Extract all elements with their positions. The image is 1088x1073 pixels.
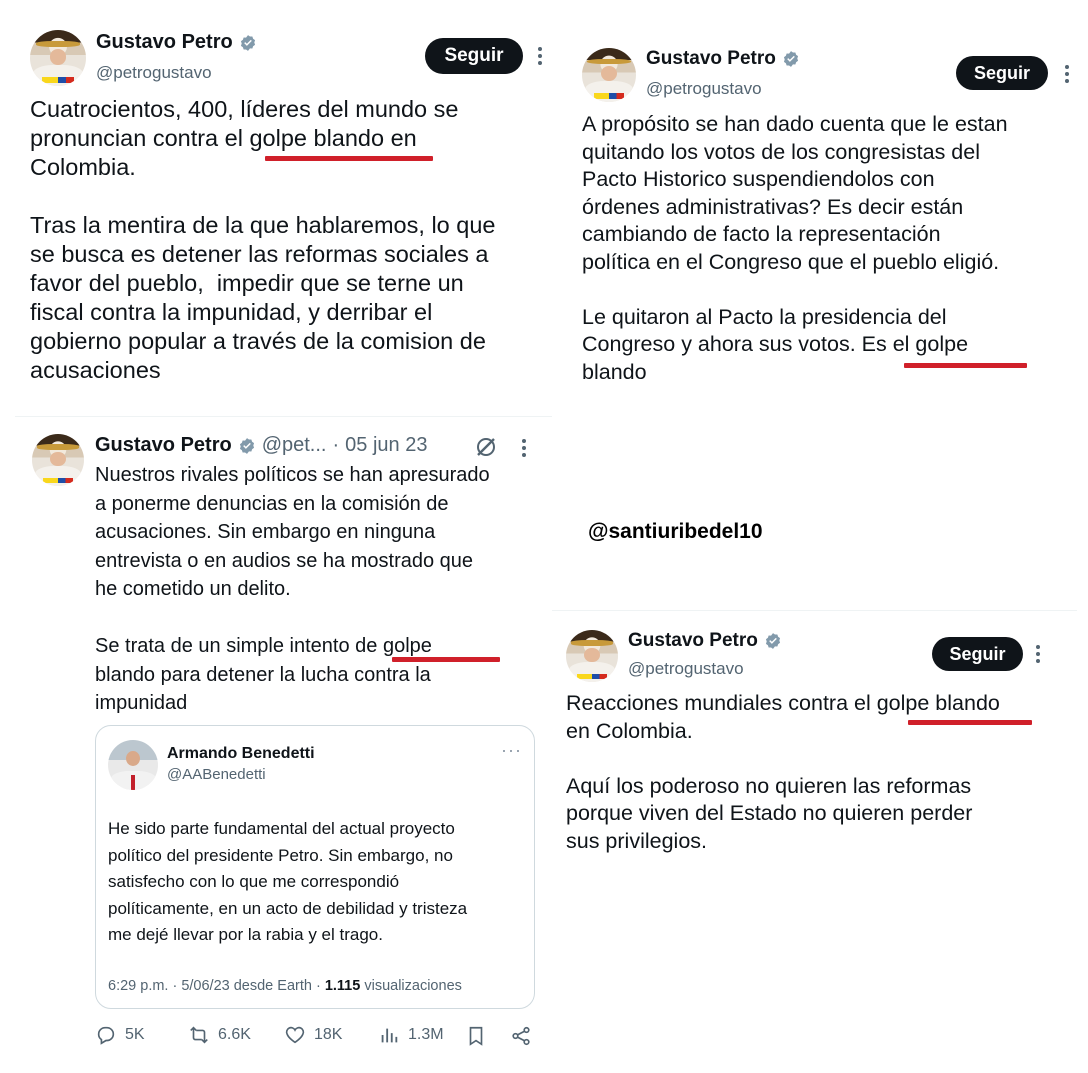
author-name[interactable]: Gustavo Petro bbox=[96, 31, 257, 54]
highlight-underline bbox=[904, 363, 1027, 368]
avatar[interactable] bbox=[582, 48, 636, 102]
avatar[interactable] bbox=[30, 30, 86, 86]
separator: · bbox=[332, 434, 340, 456]
highlight-underline bbox=[908, 720, 1032, 725]
more-options-icon[interactable] bbox=[538, 47, 542, 65]
reply-button[interactable]: 5K bbox=[95, 1024, 145, 1046]
avatar[interactable] bbox=[108, 740, 158, 790]
tweet-card-1: Gustavo Petro @petrogustavo Seguir Cuatr… bbox=[0, 0, 552, 415]
author-name[interactable]: Gustavo Petro bbox=[646, 48, 800, 70]
follow-button[interactable]: Seguir bbox=[932, 637, 1023, 671]
author-handle[interactable]: @pet... bbox=[262, 434, 327, 457]
highlight-underline bbox=[265, 156, 433, 161]
views-icon bbox=[381, 1028, 398, 1043]
quoted-author-name[interactable]: Armando Benedetti bbox=[167, 745, 315, 763]
tweet-text: A propósito se han dado cuenta que le es… bbox=[582, 112, 1008, 384]
tweet-card-3: Gustavo Petro @petrogustavo Seguir A pro… bbox=[562, 30, 1088, 420]
author-name[interactable]: Gustavo Petro bbox=[95, 434, 232, 457]
tweet-text: Nuestros rivales políticos se han apresu… bbox=[95, 464, 490, 714]
highlight-underline bbox=[392, 657, 500, 662]
author-handle[interactable]: @petrogustavo bbox=[96, 63, 212, 83]
tweet-date[interactable]: 05 jun 23 bbox=[345, 434, 427, 457]
tweet-text: Cuatrocientos, 400, líderes del mundo se… bbox=[30, 96, 496, 383]
grok-icon[interactable] bbox=[474, 435, 498, 459]
verified-icon bbox=[240, 34, 255, 51]
tweet-text: Reacciones mundiales contra el golpe bla… bbox=[566, 691, 1000, 853]
divider bbox=[15, 416, 552, 417]
avatar[interactable] bbox=[566, 630, 618, 682]
author-name[interactable]: Gustavo Petro bbox=[628, 630, 782, 652]
share-icon[interactable] bbox=[510, 1025, 532, 1047]
follow-button[interactable]: Seguir bbox=[425, 38, 523, 74]
verified-icon bbox=[783, 51, 798, 67]
author-handle[interactable]: @petrogustavo bbox=[646, 79, 762, 99]
bookmark-icon[interactable] bbox=[465, 1025, 487, 1047]
quoted-tweet[interactable]: Armando Benedetti @AABenedetti ··· He si… bbox=[95, 725, 535, 1009]
quoted-tweet-text: He sido parte fundamental del actual pro… bbox=[108, 819, 468, 944]
tweet-card-4: Gustavo Petro @petrogustavo Seguir Reacc… bbox=[552, 614, 1088, 894]
like-button[interactable]: 18K bbox=[284, 1024, 342, 1046]
quoted-author-handle[interactable]: @AABenedetti bbox=[167, 766, 266, 783]
avatar[interactable] bbox=[32, 434, 84, 486]
tweet-card-2: Gustavo Petro @pet... · 05 jun 23 Nuestr… bbox=[0, 420, 552, 1073]
verified-icon bbox=[765, 633, 780, 649]
more-options-icon[interactable]: ··· bbox=[501, 740, 522, 761]
more-options-icon[interactable] bbox=[1065, 65, 1069, 83]
reply-icon bbox=[97, 1026, 115, 1045]
author-handle[interactable]: @petrogustavo bbox=[628, 659, 744, 679]
views-button[interactable]: 1.3M bbox=[378, 1024, 444, 1046]
tweet-header: Gustavo Petro @pet... · 05 jun 23 bbox=[95, 434, 427, 457]
divider bbox=[552, 610, 1077, 611]
verified-icon bbox=[239, 437, 254, 454]
watermark-credit: @santiuribedel10 bbox=[588, 520, 763, 543]
retweet-icon bbox=[190, 1026, 208, 1044]
retweet-button[interactable]: 6.6K bbox=[188, 1024, 251, 1046]
follow-button[interactable]: Seguir bbox=[956, 56, 1048, 90]
quoted-tweet-meta: 6:29 p.m. · 5/06/23 desde Earth · 1.115 … bbox=[108, 978, 462, 994]
more-options-icon[interactable] bbox=[522, 439, 526, 457]
heart-icon bbox=[285, 1026, 305, 1044]
more-options-icon[interactable] bbox=[1036, 645, 1040, 663]
